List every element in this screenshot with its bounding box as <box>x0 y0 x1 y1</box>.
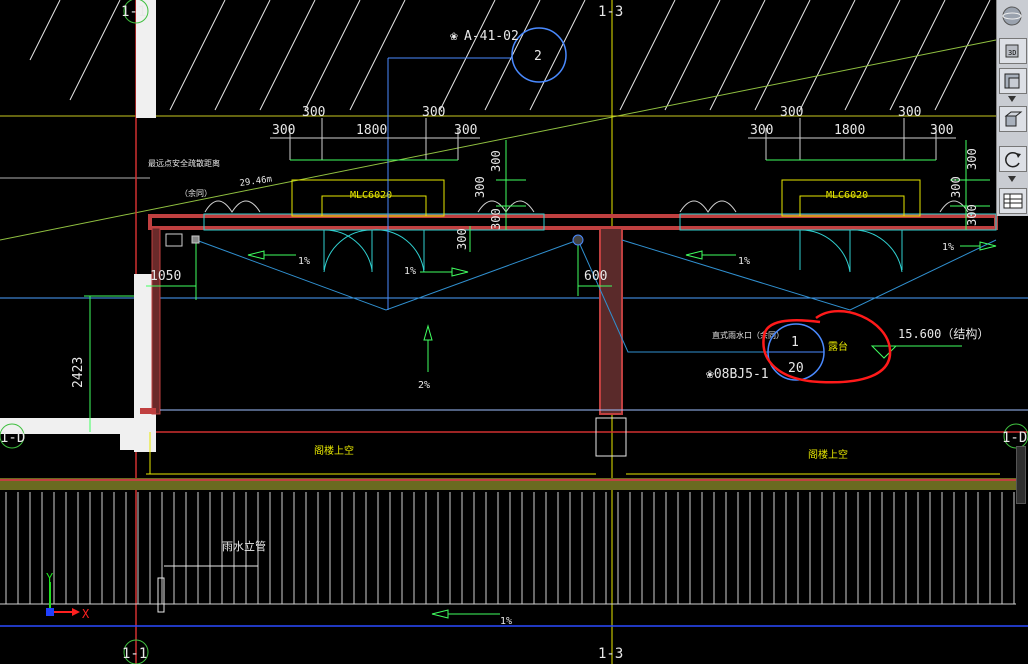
view-top-button[interactable] <box>999 106 1027 132</box>
dim-right-1: 300 <box>780 105 803 120</box>
dim-vert-left-1: 300 <box>473 176 487 198</box>
orbit-globe-icon <box>1002 6 1022 26</box>
rain-pipe <box>157 577 165 613</box>
axis-label-1-1-top: 1-1 <box>121 4 146 20</box>
axis-label-1-D-left: 1-D <box>0 430 25 446</box>
slope-label-3: 1% <box>738 256 750 267</box>
dim-2423: 2423 <box>71 357 86 388</box>
slope-label-5: 2% <box>418 380 430 391</box>
dim-vert-right-0: 300 <box>965 148 979 170</box>
detail-circle-top: 1 <box>791 335 799 350</box>
dim-vert-left-2: 300 <box>489 208 503 230</box>
wall-stub-block <box>120 428 150 450</box>
dim-600: 600 <box>584 269 607 284</box>
detail-ref-prefix: ❀ <box>450 29 458 44</box>
dim-1050: 1050 <box>150 269 181 284</box>
drain-outlet-mid <box>572 234 584 246</box>
dim-right-4: 300 <box>930 123 953 138</box>
ucs-icon <box>46 582 80 616</box>
upper-void-left: 阁楼上空 <box>314 444 354 457</box>
note-escape-distance: 最远点安全疏散距离 <box>148 158 220 168</box>
detail-circle-bottom: 20 <box>788 361 804 376</box>
slope-label-2: 1% <box>404 266 416 277</box>
wall-cap <box>140 408 156 414</box>
drain-outlet-left <box>191 235 200 244</box>
louver-lines <box>5 492 1015 604</box>
dim-left-3: 300 <box>422 105 445 120</box>
svg-text:3D: 3D <box>1008 49 1016 57</box>
upper-void-right: 阁楼上空 <box>808 448 848 461</box>
dim-left-2: 1800 <box>356 123 387 138</box>
detail-ref-sheet: A-41-02 <box>464 29 519 44</box>
slope-label-4: 1% <box>942 242 954 253</box>
axis-label-1-1-bottom: 1-1 <box>122 646 147 662</box>
equipment-box <box>165 233 183 247</box>
view-front-button[interactable] <box>999 68 1027 94</box>
parapet-wall-top <box>148 214 998 230</box>
orbit-globe-button[interactable] <box>999 4 1027 30</box>
view-cube-top-icon <box>1004 111 1023 127</box>
terrace-label: 露台 <box>828 340 848 353</box>
chevron-down-icon[interactable] <box>1008 176 1016 182</box>
view-cube-3d-icon: 3D <box>1005 44 1019 58</box>
ucs-x-label: X <box>82 607 90 621</box>
detail-ref-number: 2 <box>534 49 542 64</box>
dim-vert-left-0: 300 <box>489 150 503 172</box>
ucs-y-label: Y <box>46 571 54 585</box>
dim-vert-left-3: 300 <box>455 228 469 250</box>
axis-label-1-D-right: 1-D <box>1002 430 1027 446</box>
note-same: （余同） <box>180 188 212 198</box>
dim-vert-right-1: 300 <box>949 176 963 198</box>
rain-pipe-label: 雨水立管 <box>222 539 266 553</box>
slope-label-1: 1% <box>298 256 310 267</box>
dim-right-2: 1800 <box>834 123 865 138</box>
view-3d-button[interactable]: 3D <box>999 38 1027 64</box>
window-label-left: MLC6020 <box>350 190 392 201</box>
elevation-marker <box>870 345 898 359</box>
elevation-text: 15.600（结构） <box>898 326 989 341</box>
chevron-down-icon[interactable] <box>1008 96 1016 102</box>
view-cube-front-icon <box>1004 73 1020 89</box>
wall-left-inner <box>151 227 161 415</box>
cad-drawing-canvas[interactable]: MLC6020 MLC6020 2 ❀ A-41-02 1-1 1-3 1-3 … <box>0 0 1028 664</box>
dim-left-0: 300 <box>272 123 295 138</box>
orbit-rotate-button[interactable] <box>999 146 1027 172</box>
orbit-rotate-icon <box>1005 151 1021 168</box>
wall-middle <box>599 227 623 415</box>
column-stub <box>595 417 627 457</box>
axis-label-1-3-top: 1-3 <box>598 4 623 20</box>
layout-grid-button[interactable] <box>999 188 1027 214</box>
axis-label-1-3-bottom: 1-3 <box>598 646 623 662</box>
red-markup-circle <box>762 309 892 384</box>
dim-right-0: 300 <box>750 123 773 138</box>
roof-hatch <box>29 0 991 111</box>
navigation-bar: 3D <box>996 0 1028 216</box>
dim-left-1: 300 <box>302 105 325 120</box>
door-swings <box>204 200 969 273</box>
drainage-lines <box>195 239 997 353</box>
dim-right-3: 300 <box>898 105 921 120</box>
length-29-46m: 29.46m <box>239 175 273 189</box>
scrollbar-thumb[interactable] <box>1016 446 1026 504</box>
dim-vert-right-2: 300 <box>965 204 979 226</box>
layout-grid-icon <box>1003 193 1023 209</box>
window-label-right: MLC6020 <box>826 190 868 201</box>
atlas-ref: ❀08BJ5-1 <box>706 367 769 382</box>
dim-left-4: 300 <box>454 123 477 138</box>
